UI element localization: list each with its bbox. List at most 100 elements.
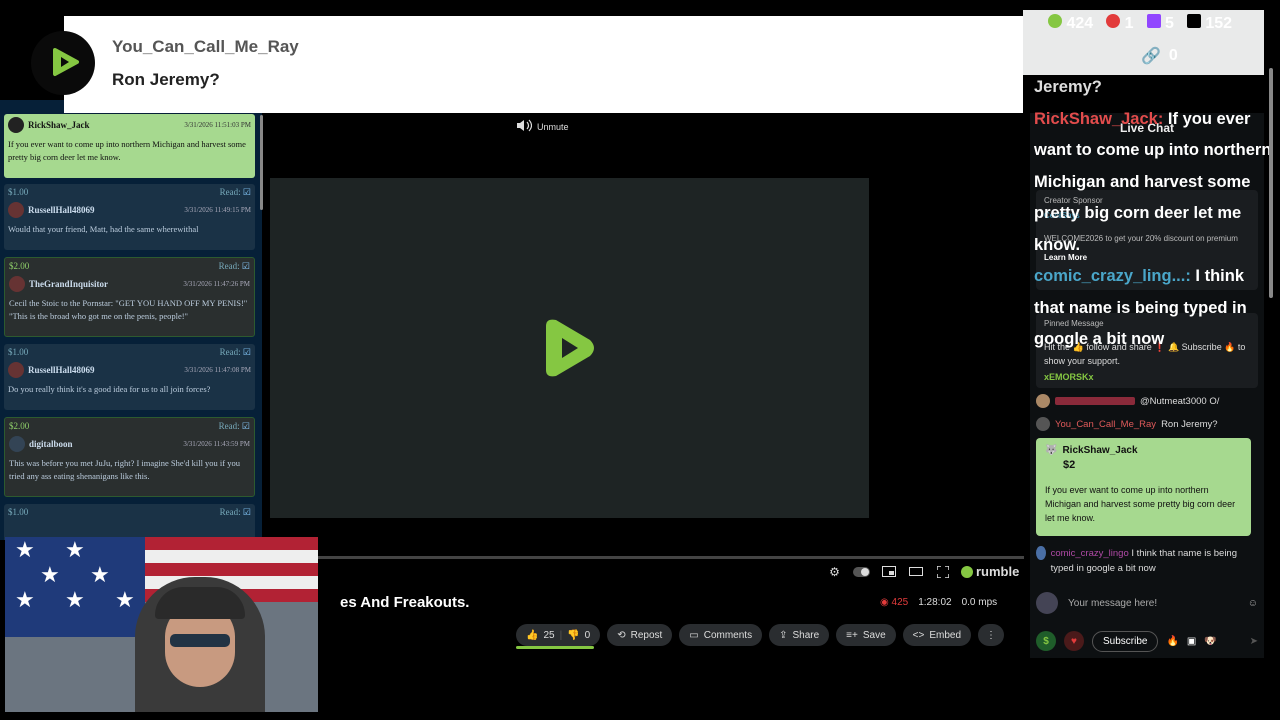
donation-card[interactable]: $1.00 Read: ☑ RussellHall48069 3/31/2026 1… [4, 184, 255, 250]
divider: | [559, 629, 563, 641]
donation-card[interactable]: RickShaw_Jack 3/31/2026 11:51:03 PM If yo… [4, 114, 255, 178]
repost-button[interactable]: ⟲ Repost [607, 624, 673, 646]
donation-amount: $2.00 [9, 261, 30, 271]
badge-icon[interactable]: 🔥 [1166, 636, 1178, 647]
donation-scrollbar[interactable] [260, 115, 263, 210]
more-options-button[interactable]: ⋮ [978, 624, 1005, 646]
heart-icon[interactable]: ♥ [1064, 631, 1084, 651]
thumbs-down-icon[interactable]: 👎 [567, 630, 579, 641]
star-icon: ★ [15, 537, 35, 562]
read-check-icon[interactable]: ☑ [242, 421, 250, 431]
read-check-icon[interactable]: ☑ [243, 347, 251, 357]
banner-username: You_Can_Call_Me_Ray [112, 37, 299, 56]
donation-time: 3/31/2026 11:47:08 PM [184, 366, 251, 374]
rumble-logo-icon [961, 565, 973, 578]
donation-message: This was before you met JuJu, right? I i… [9, 458, 240, 481]
donor-name: RickShaw_Jack [28, 120, 90, 130]
save-icon: ≡+ [846, 629, 858, 641]
repost-label: Repost [630, 629, 663, 641]
fullscreen-icon[interactable] [934, 565, 951, 579]
stream-stats-overlay: 424 1 5 152 🔗 0 [1023, 10, 1264, 75]
x-count: 152 [1205, 15, 1233, 32]
save-button[interactable]: ≡+ Save [836, 624, 896, 646]
pinned-user: xEMORSKx [1044, 372, 1094, 382]
read-check-icon[interactable]: ☑ [243, 187, 251, 197]
toggle-icon[interactable] [853, 565, 870, 579]
pip-icon[interactable] [880, 565, 897, 579]
like-count: 25 [543, 629, 555, 641]
comments-button[interactable]: ▭ Comments [679, 624, 763, 646]
dislike-count: 0 [584, 629, 591, 641]
flag-stripe [145, 563, 318, 576]
emoji-icon[interactable]: ☺ [1248, 598, 1258, 609]
send-icon[interactable]: ➤ [1250, 636, 1258, 647]
avatar-icon[interactable]: ▣ [1187, 636, 1196, 647]
overlay-message: If you ever want to come up into norther… [1034, 109, 1272, 254]
rumble-count: 424 [1066, 15, 1094, 32]
avatar [1036, 546, 1046, 560]
donation-message: Cecil the Stoic to the Pornstar: "GET YO… [9, 298, 248, 321]
action-bar: 👍 25 | 👎 0 ⟲ Repost ▭ Comments ⇪ Share ≡+ Sa… [516, 624, 1005, 649]
repost-icon: ⟲ [617, 629, 626, 641]
share-button[interactable]: ⇪ Share [769, 624, 830, 646]
donor-name: digitalboon [29, 439, 73, 449]
read-label: Read: [219, 347, 241, 357]
streamer-cap [155, 587, 245, 619]
rant-amount: $2 [1063, 459, 1076, 471]
embed-label: Embed [929, 629, 962, 641]
like-ratio-bar [516, 646, 594, 649]
donation-card[interactable]: $2.00 Read: ☑ TheGrandInquisitor 3/31/2026… [4, 257, 255, 337]
chat-username[interactable]: You_Can_Call_Me_Ray [1055, 419, 1156, 430]
share-label: Share [792, 629, 820, 641]
chat-input[interactable]: Your message here! [1068, 598, 1238, 609]
scroll-thumb[interactable] [1269, 68, 1273, 298]
donation-card[interactable]: $2.00 Read: ☑ digitalboon 3/31/2026 11:43:… [4, 417, 255, 497]
donation-amount: $1.00 [8, 187, 29, 197]
settings-gear-icon[interactable]: ⚙ [826, 565, 843, 579]
donation-message: Would that your friend, Matt, had the sa… [8, 224, 199, 234]
read-label: Read: [219, 507, 241, 517]
donation-message: If you ever want to come up into norther… [8, 139, 246, 162]
theater-mode-icon[interactable] [907, 565, 924, 579]
gift-icon[interactable]: 🐶 [1204, 636, 1216, 647]
read-check-icon[interactable]: ☑ [242, 261, 250, 271]
live-count: 1 [1124, 15, 1134, 32]
avatar [8, 202, 24, 218]
avatar [1036, 394, 1050, 408]
viewer-count-value: 425 [891, 597, 909, 608]
redacted-username [1055, 397, 1135, 405]
embed-button[interactable]: <> Embed [902, 624, 972, 646]
thumbs-up-icon[interactable]: 👍 [526, 630, 538, 641]
like-dislike-group[interactable]: 👍 25 | 👎 0 [516, 624, 601, 649]
chat-username[interactable]: comic_crazy_lingo [1051, 548, 1129, 559]
progress-bar[interactable] [268, 556, 1024, 559]
unmute-button[interactable]: Unmute [516, 119, 569, 134]
subscribe-button[interactable]: Subscribe [1092, 630, 1159, 652]
dollar-button[interactable]: $ [1036, 631, 1056, 651]
video-title: es And Freakouts. [340, 594, 470, 611]
chat-text: @Nutmeat3000 O/ [1140, 395, 1220, 407]
chat-footer: $ ♥ Subscribe 🔥 ▣ 🐶 ➤ [1036, 628, 1258, 654]
x-icon [1186, 14, 1201, 28]
viewer-count: ◉ 425 [880, 597, 909, 608]
link-count: 0 [1168, 47, 1178, 64]
read-check-icon[interactable]: ☑ [243, 507, 251, 517]
rant-username[interactable]: RickShaw_Jack [1062, 445, 1137, 456]
donation-amount: $1.00 [8, 347, 29, 357]
donation-message: Do you really think it's a good idea for… [8, 384, 211, 394]
comments-label: Comments [703, 629, 753, 641]
rant-message: If you ever want to come up into norther… [1045, 485, 1236, 523]
star-icon: ★ [65, 537, 85, 562]
chat-message: @Nutmeat3000 O/ [1036, 394, 1219, 408]
rant-card: 🐺 RickShaw_Jack $2 If you ever want to co… [1036, 438, 1251, 536]
chat-scrollbar[interactable] [1268, 68, 1274, 658]
twitch-count: 5 [1164, 15, 1174, 32]
rumble-play-icon[interactable] [538, 316, 598, 380]
streamer-glasses [170, 634, 230, 647]
rumble-brand-logo[interactable]: rumble [961, 564, 1019, 579]
donation-card[interactable]: $1.00 Read: ☑ [4, 504, 255, 540]
duration: 1:28:02 [918, 597, 952, 608]
twitch-icon [1146, 14, 1161, 28]
donation-time: 3/31/2026 11:47:26 PM [183, 280, 250, 288]
donation-card[interactable]: $1.00 Read: ☑ RussellHall48069 3/31/2026 1… [4, 344, 255, 410]
